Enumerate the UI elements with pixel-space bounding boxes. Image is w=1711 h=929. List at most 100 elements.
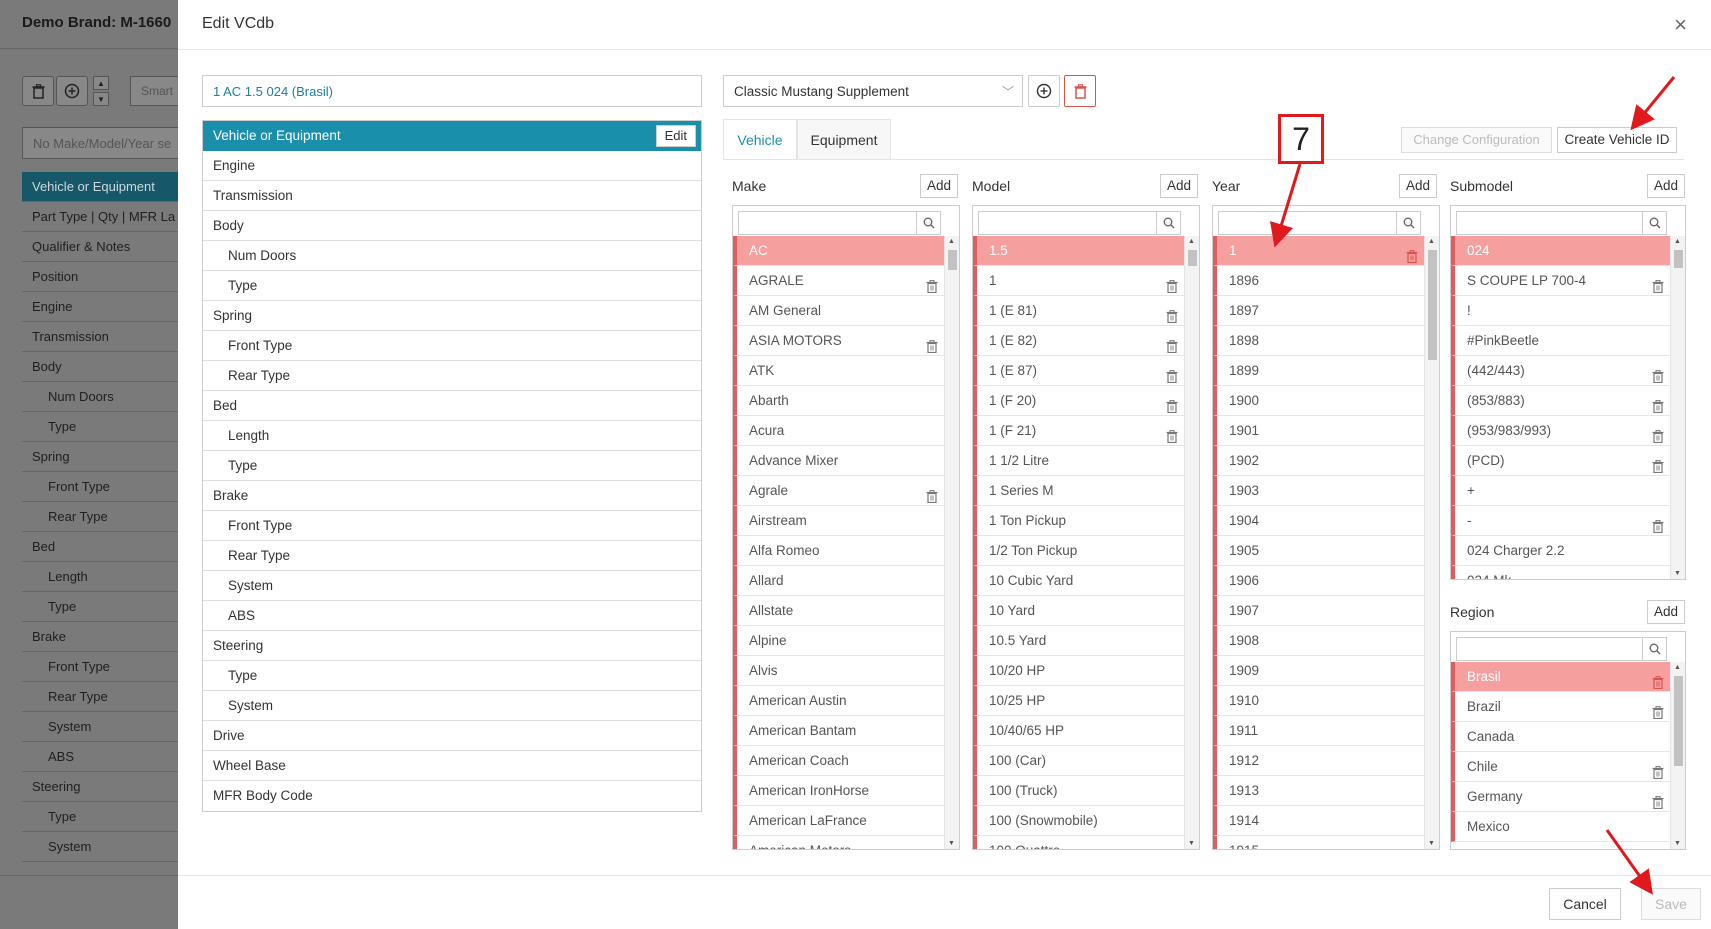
scroll-up-icon[interactable]: ▲ <box>1674 664 1681 671</box>
list-item[interactable]: AM General <box>733 296 944 326</box>
list-item[interactable]: ASIA MOTORS <box>733 326 944 356</box>
model-search-input[interactable] <box>978 211 1181 235</box>
background-sidebar-item[interactable]: Front Type <box>22 652 178 682</box>
scrollbar-thumb[interactable] <box>1428 250 1437 360</box>
edit-button[interactable]: Edit <box>655 125 696 147</box>
add-supplement-button[interactable] <box>1028 75 1060 107</box>
supplement-select[interactable]: Classic Mustang Supplement ﹀ <box>723 75 1023 107</box>
list-item[interactable]: 100 (Truck) <box>973 776 1184 806</box>
list-item[interactable]: 1898 <box>1213 326 1424 356</box>
list-item[interactable]: Brazil <box>1451 692 1670 722</box>
list-item[interactable]: Allard <box>733 566 944 596</box>
submodel-search-input[interactable] <box>1456 211 1667 235</box>
configuration-input[interactable]: 1 AC 1.5 024 (Brasil) <box>202 75 702 107</box>
attribute-item[interactable]: Num Doors <box>203 241 701 271</box>
list-item[interactable]: 100 Quattro <box>973 836 1184 849</box>
attribute-item[interactable]: System <box>203 691 701 721</box>
background-sidebar-item[interactable]: Body <box>22 352 178 382</box>
trash-icon[interactable] <box>1652 760 1664 780</box>
list-item[interactable]: Chile <box>1451 752 1670 782</box>
save-button[interactable]: Save <box>1641 888 1701 920</box>
region-search-input[interactable] <box>1456 637 1667 661</box>
background-sidebar-item[interactable]: Rear Type <box>22 682 178 712</box>
list-item[interactable]: 10/25 HP <box>973 686 1184 716</box>
search-icon[interactable] <box>916 212 940 234</box>
trash-button[interactable] <box>22 76 54 106</box>
list-item[interactable]: 1 (E 87) <box>973 356 1184 386</box>
list-item[interactable]: 1901 <box>1213 416 1424 446</box>
list-item[interactable]: 1904 <box>1213 506 1424 536</box>
trash-icon[interactable] <box>1166 424 1178 444</box>
list-item[interactable]: + <box>1451 476 1670 506</box>
list-item[interactable]: American Motors <box>733 836 944 849</box>
list-item[interactable]: 1909 <box>1213 656 1424 686</box>
list-item[interactable]: American Bantam <box>733 716 944 746</box>
scrollbar-thumb[interactable] <box>1674 676 1683 766</box>
list-item[interactable]: (442/443) <box>1451 356 1670 386</box>
list-item[interactable]: Acura <box>733 416 944 446</box>
search-icon[interactable] <box>1396 212 1420 234</box>
list-item[interactable]: 1 (E 82) <box>973 326 1184 356</box>
scroll-up-icon[interactable]: ▲ <box>1674 238 1681 245</box>
attribute-item[interactable]: MFR Body Code <box>203 781 701 811</box>
trash-icon[interactable] <box>1166 274 1178 294</box>
trash-icon[interactable] <box>926 484 938 504</box>
list-item[interactable]: 1.5 <box>973 236 1184 266</box>
attribute-item[interactable]: Engine <box>203 151 701 181</box>
list-item[interactable]: 1912 <box>1213 746 1424 776</box>
scroll-up-icon[interactable]: ▲ <box>1188 238 1195 245</box>
list-item[interactable]: Canada <box>1451 722 1670 752</box>
scroll-down-icon[interactable]: ▼ <box>1674 570 1681 577</box>
attribute-item[interactable]: System <box>203 571 701 601</box>
list-item[interactable]: 024 <box>1451 236 1670 266</box>
smart-input[interactable]: Smart <box>130 76 178 106</box>
background-sidebar-item[interactable]: System <box>22 712 178 742</box>
make-scrollbar[interactable]: ▲ ▼ <box>944 236 959 849</box>
list-item[interactable]: Agrale <box>733 476 944 506</box>
list-item[interactable]: 1902 <box>1213 446 1424 476</box>
background-sidebar-item[interactable]: Vehicle or Equipment <box>22 172 178 202</box>
trash-icon[interactable] <box>1652 394 1664 414</box>
list-item[interactable]: 1 (E 81) <box>973 296 1184 326</box>
background-sidebar-item[interactable]: Num Doors <box>22 382 178 412</box>
attribute-item[interactable]: Front Type <box>203 511 701 541</box>
background-sidebar-item[interactable]: Part Type | Qty | MFR La <box>22 202 178 232</box>
list-item[interactable]: 10/20 HP <box>973 656 1184 686</box>
search-icon[interactable] <box>1642 638 1666 660</box>
scroll-down-icon[interactable]: ▼ <box>1674 840 1681 847</box>
attribute-item[interactable]: Rear Type <box>203 361 701 391</box>
list-item[interactable]: 1 (F 20) <box>973 386 1184 416</box>
list-item[interactable]: 1907 <box>1213 596 1424 626</box>
change-configuration-button[interactable]: Change Configuration <box>1401 127 1552 153</box>
list-item[interactable]: 1 1/2 Litre <box>973 446 1184 476</box>
list-item[interactable]: Alfa Romeo <box>733 536 944 566</box>
attribute-item[interactable]: Type <box>203 451 701 481</box>
list-item[interactable]: Alvis <box>733 656 944 686</box>
list-item[interactable]: Brasil <box>1451 662 1670 692</box>
tab-equipment[interactable]: Equipment <box>797 119 891 159</box>
add-model-button[interactable]: Add <box>1160 174 1198 198</box>
list-item[interactable]: 1910 <box>1213 686 1424 716</box>
attribute-item[interactable]: Brake <box>203 481 701 511</box>
add-submodel-button[interactable]: Add <box>1647 174 1685 198</box>
scrollbar-thumb[interactable] <box>948 250 957 270</box>
list-item[interactable]: 1911 <box>1213 716 1424 746</box>
attribute-item[interactable]: Drive <box>203 721 701 751</box>
scroll-down-icon[interactable]: ▼ <box>948 840 955 847</box>
attribute-item[interactable]: Rear Type <box>203 541 701 571</box>
list-item[interactable]: 10 Yard <box>973 596 1184 626</box>
list-item[interactable]: American LaFrance <box>733 806 944 836</box>
background-sidebar-item[interactable]: Bed <box>22 532 178 562</box>
add-region-button[interactable]: Add <box>1647 600 1685 624</box>
trash-icon[interactable] <box>1652 274 1664 294</box>
trash-icon[interactable] <box>1406 244 1418 264</box>
year-search-input[interactable] <box>1218 211 1421 235</box>
background-sidebar-item[interactable]: Front Type <box>22 472 178 502</box>
background-sidebar-item[interactable]: ABS <box>22 742 178 772</box>
trash-icon[interactable] <box>926 274 938 294</box>
background-sidebar-item[interactable]: Position <box>22 262 178 292</box>
background-sidebar-item[interactable]: Length <box>22 562 178 592</box>
search-icon[interactable] <box>1156 212 1180 234</box>
trash-icon[interactable] <box>1652 790 1664 810</box>
arrow-down-button[interactable]: ▼ <box>93 92 109 106</box>
